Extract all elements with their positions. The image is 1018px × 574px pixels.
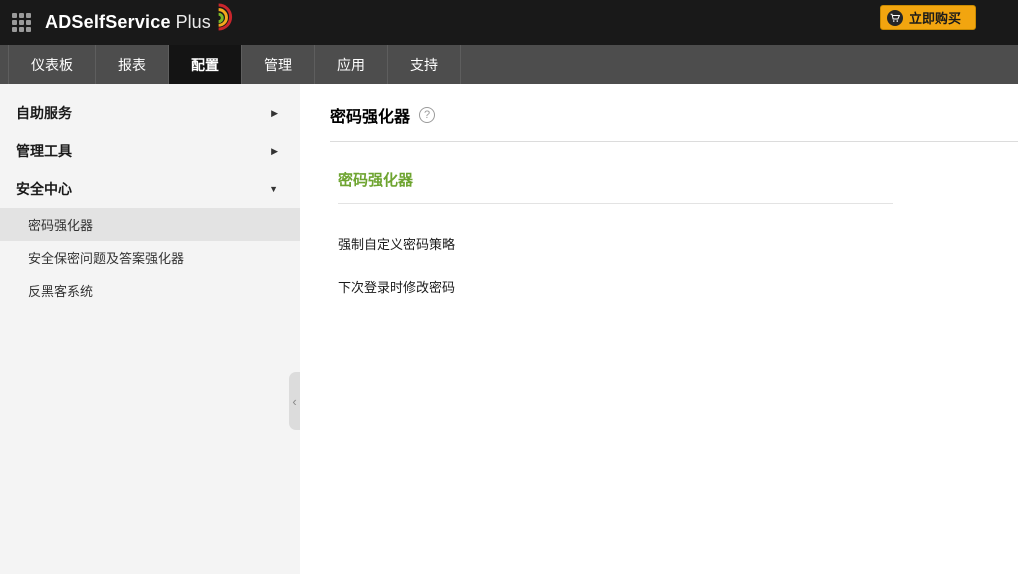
- top-header: ADSelfService Plus 立即购买: [0, 0, 1018, 45]
- main-nav: 仪表板 报表 配置 管理 应用 支持: [0, 45, 1018, 84]
- chevron-right-icon: ▶: [271, 108, 278, 119]
- product-logo: ADSelfService Plus: [45, 3, 238, 42]
- sidebar-section-self-service[interactable]: 自助服务 ▶: [0, 94, 300, 132]
- tab-application[interactable]: 应用: [315, 45, 388, 84]
- link-change-password-next-logon[interactable]: 下次登录时修改密码: [338, 277, 1018, 296]
- main-panel: 密码强化器 ? 密码强化器 强制自定义密码策略 下次登录时修改密码: [300, 84, 1018, 574]
- help-icon[interactable]: ?: [419, 107, 435, 123]
- sidebar: 自助服务 ▶ 管理工具 ▶ 安全中心 ▼ 密码强化器 安全保密问题及答案强化器 …: [0, 84, 300, 574]
- tab-reports[interactable]: 报表: [96, 45, 169, 84]
- chevron-right-icon: ▶: [271, 146, 278, 157]
- sidebar-item-password-strengthener[interactable]: 密码强化器: [0, 208, 300, 241]
- collapse-chevron-icon: ‹: [292, 394, 296, 409]
- sidebar-section-label: 安全中心: [16, 179, 72, 199]
- tab-configuration[interactable]: 配置: [169, 45, 242, 84]
- sidebar-section-admin-tools[interactable]: 管理工具 ▶: [0, 132, 300, 170]
- sidebar-section-label: 自助服务: [16, 103, 72, 123]
- buy-now-label: 立即购买: [909, 8, 961, 27]
- sidebar-item-security-qa-strengthener[interactable]: 安全保密问题及答案强化器: [0, 241, 300, 274]
- sidebar-collapse-handle[interactable]: ‹: [289, 372, 300, 430]
- chevron-down-icon: ▼: [269, 184, 278, 194]
- logo-swoosh-icon: [214, 3, 238, 36]
- logo-suffix: Plus: [176, 12, 211, 33]
- tab-dashboard[interactable]: 仪表板: [8, 45, 96, 84]
- sidebar-submenu: 密码强化器 安全保密问题及答案强化器 反黑客系统: [0, 208, 300, 307]
- section-title: 密码强化器: [338, 169, 893, 204]
- sidebar-section-label: 管理工具: [16, 141, 72, 161]
- content-area: 自助服务 ▶ 管理工具 ▶ 安全中心 ▼ 密码强化器 安全保密问题及答案强化器 …: [0, 84, 1018, 574]
- link-enforce-custom-password-policy[interactable]: 强制自定义密码策略: [338, 234, 1018, 253]
- tab-admin[interactable]: 管理: [242, 45, 315, 84]
- app-launcher-icon[interactable]: [12, 13, 31, 32]
- password-strengthener-section: 密码强化器 强制自定义密码策略 下次登录时修改密码: [330, 169, 1018, 296]
- sidebar-item-anti-hacker-system[interactable]: 反黑客系统: [0, 274, 300, 307]
- cart-icon: [887, 10, 903, 26]
- policy-link-list: 强制自定义密码策略 下次登录时修改密码: [338, 234, 1018, 296]
- logo-text: ADSelfService: [45, 12, 171, 33]
- sidebar-section-security-center[interactable]: 安全中心 ▼: [0, 170, 300, 208]
- page-header: 密码强化器 ?: [330, 84, 1018, 142]
- page-title: 密码强化器: [330, 103, 410, 127]
- tab-support[interactable]: 支持: [388, 45, 461, 84]
- buy-now-button[interactable]: 立即购买: [880, 5, 976, 30]
